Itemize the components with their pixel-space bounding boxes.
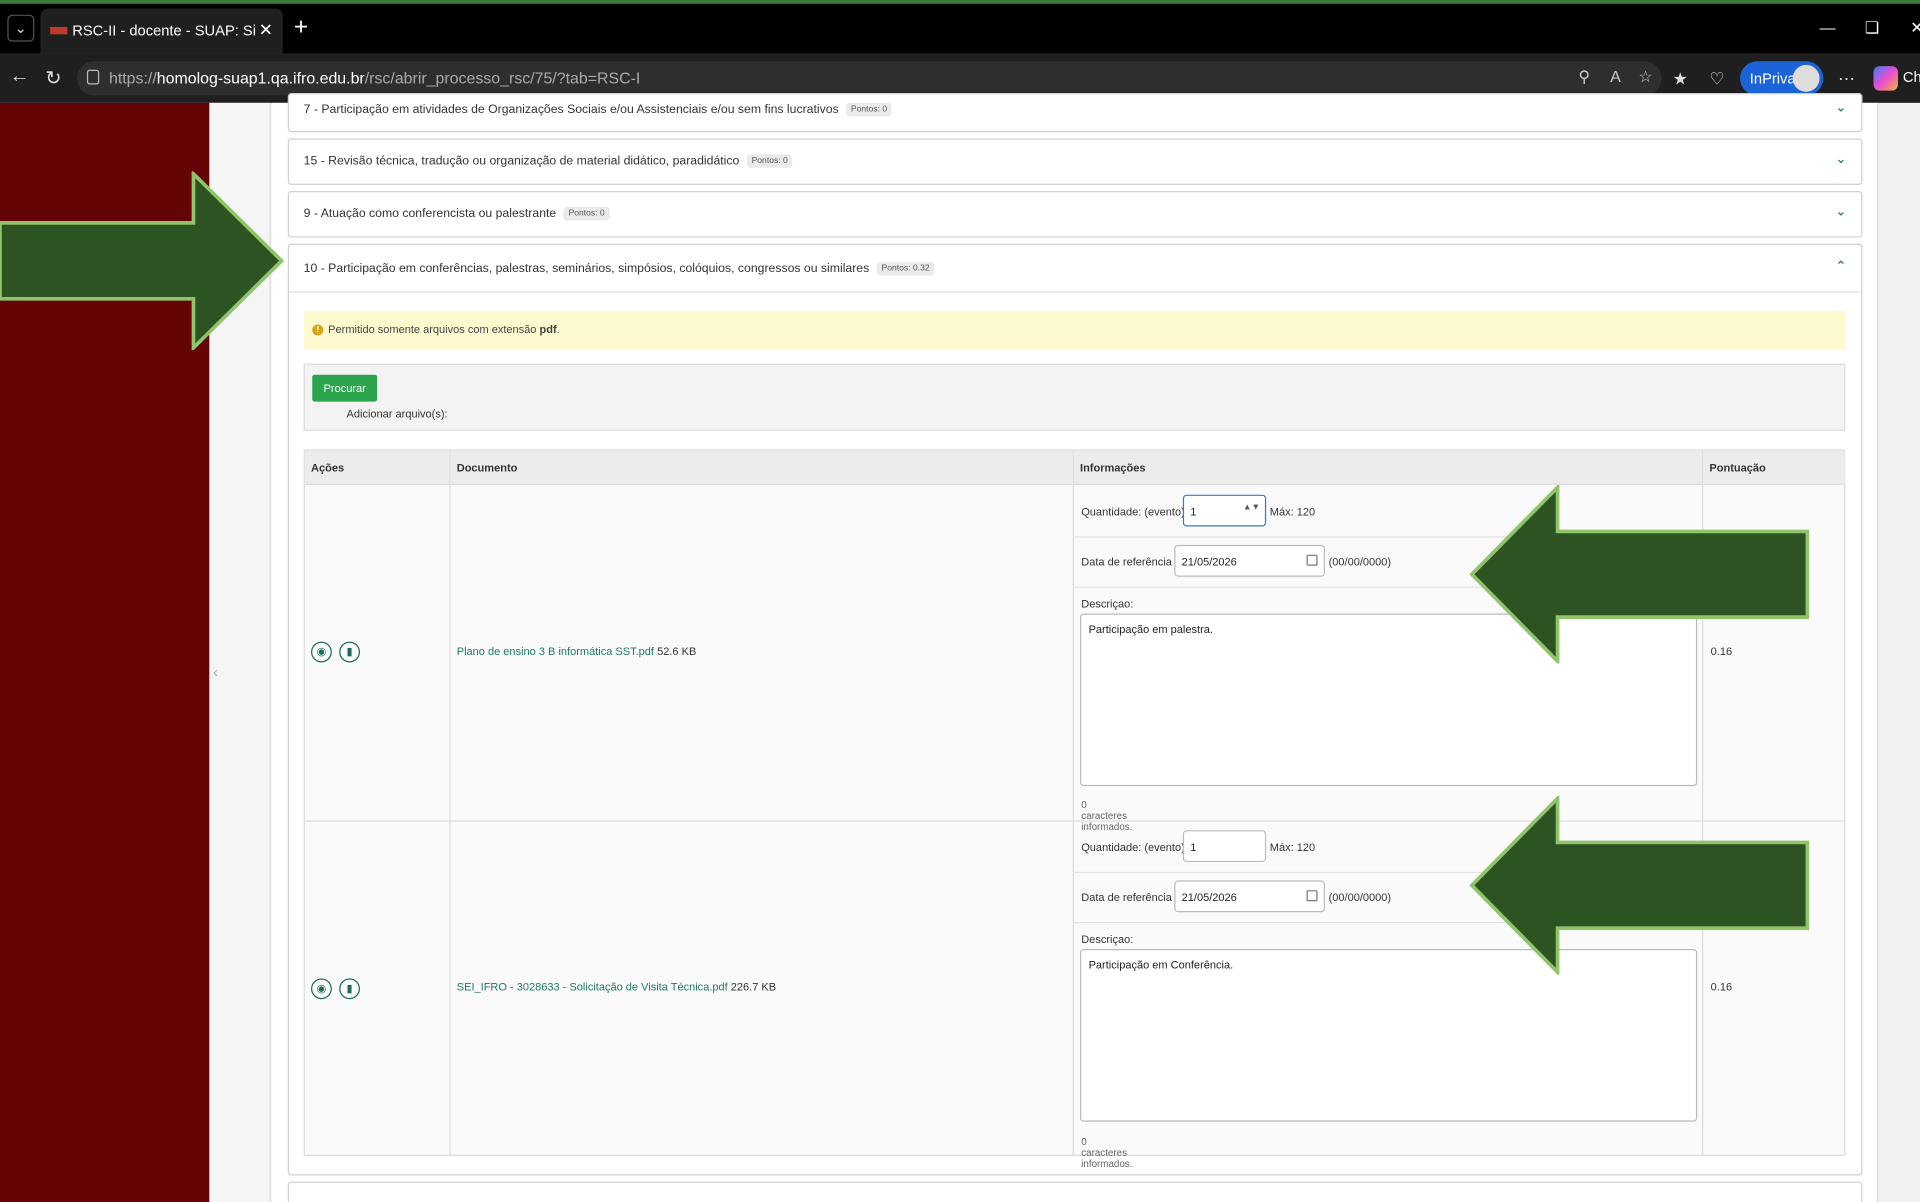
view-eye-icon[interactable]: ◉ — [311, 641, 332, 663]
lock-icon — [86, 69, 100, 85]
tab-title: RSC-II - docente - SUAP: Sistema U — [72, 22, 256, 40]
quantity-input[interactable]: 1 ▲▼ — [1182, 494, 1267, 527]
date-value: 21/05/2026 — [1181, 891, 1237, 904]
char-count: 0 caracteres informados. — [1081, 1136, 1133, 1170]
view-eye-icon[interactable]: ◉ — [311, 978, 332, 1000]
score-value: 0.16 — [1710, 980, 1733, 994]
calendar-icon[interactable] — [1306, 890, 1318, 902]
section-9-accordion[interactable]: 9 - Atuação como conferencista ou palest… — [287, 191, 1863, 238]
document-link[interactable]: SEI_IFRO - 3028633 - Solicitação de Visi… — [457, 981, 728, 993]
points-badge: Pontos: 0 — [563, 206, 610, 221]
chevron-up-icon[interactable]: ⌃ — [1835, 258, 1846, 275]
header-document: Documento — [450, 450, 1074, 485]
refresh-icon[interactable]: ↻ — [45, 66, 61, 90]
more-options-icon[interactable]: ⋯ — [1838, 69, 1855, 90]
points-badge: Pontos: 0 — [746, 154, 793, 168]
description-label: Descriçao: — [1081, 933, 1134, 946]
spinner-icon[interactable]: ▲▼ — [1243, 503, 1260, 512]
notice-end: . — [556, 323, 560, 336]
upload-panel: Procurar Adicionar arquivo(s): — [303, 363, 1846, 432]
minimize-icon[interactable]: — — [1820, 18, 1836, 36]
document-size: 52.6 KB — [654, 645, 697, 658]
points-badge: Pontos: 0 — [845, 102, 893, 117]
document-link[interactable]: Plano de ensino 3 B informática SST.pdf — [457, 645, 654, 657]
max-label: Máx: 120 — [1269, 505, 1316, 518]
section-title: 15 - Revisão técnica, tradução ou organi… — [303, 154, 740, 168]
header-score: Pontuação — [1703, 450, 1846, 485]
browser-essentials-icon[interactable]: ♡ — [1709, 69, 1724, 90]
read-aloud-icon[interactable]: A — [1610, 67, 1621, 85]
points-badge: Pontos: 0.32 — [876, 262, 935, 276]
url-host: homolog-suap1.qa.ifro.edu.br — [156, 68, 365, 87]
notice-ext: pdf — [539, 323, 557, 336]
tab-close-icon[interactable]: ✕ — [259, 20, 273, 41]
date-value: 21/05/2026 — [1181, 555, 1237, 569]
profile-avatar — [1792, 64, 1820, 92]
reference-date-input[interactable]: 21/05/2026 — [1174, 880, 1325, 913]
section-15-accordion[interactable]: 15 - Revisão técnica, tradução ou organi… — [287, 138, 1863, 185]
section-10-header[interactable]: 10 - Participação em conferências, pales… — [304, 262, 935, 276]
header-info: Informações — [1073, 450, 1704, 485]
file-type-notice: ! Permitido somente arquivos com extensã… — [303, 311, 1846, 349]
date-label: Data de referência : — [1081, 555, 1179, 569]
chevron-down-icon[interactable]: ⌄ — [1835, 151, 1846, 167]
delete-trash-icon[interactable]: ▮ — [339, 641, 361, 663]
collapse-sidebar-icon[interactable]: ‹ — [213, 664, 218, 681]
annotation-arrow-left-1 — [1469, 484, 1810, 664]
quantity-input[interactable]: 1 — [1182, 830, 1267, 863]
section-7-accordion[interactable]: 7 - Participação em atividades de Organi… — [287, 93, 1863, 133]
url-field[interactable]: https://homolog-suap1.qa.ifro.edu.br/rsc… — [77, 61, 1662, 96]
delete-trash-icon[interactable]: ▮ — [339, 978, 361, 1000]
date-format-hint: (00/00/0000) — [1328, 555, 1392, 569]
browse-button[interactable]: Procurar — [312, 374, 378, 402]
suap-favicon-icon — [50, 26, 68, 35]
reference-date-input[interactable]: 21/05/2026 — [1174, 544, 1325, 577]
quantity-value: 1 — [1190, 505, 1197, 518]
add-files-label: Adicionar arquivo(s): — [346, 407, 448, 421]
url-prefix: https:// — [108, 68, 157, 87]
max-label: Máx: 120 — [1269, 841, 1316, 854]
quantity-label: Quantidade: (evento): — [1081, 505, 1188, 518]
description-label: Descriçao: — [1081, 597, 1134, 610]
header-actions: Ações — [304, 450, 451, 485]
restore-icon[interactable]: ❏ — [1865, 18, 1879, 38]
tab-bar: ⌄ RSC-II - docente - SUAP: Sistema U ✕ +… — [0, 3, 1920, 54]
tab-actions-menu-icon[interactable]: ⌄ — [7, 14, 35, 42]
quantity-label: Quantidade: (evento): — [1081, 841, 1188, 854]
document-size: 226.7 KB — [727, 980, 777, 994]
date-format-hint: (00/00/0000) — [1328, 891, 1392, 904]
copilot-icon[interactable] — [1873, 66, 1898, 91]
annotation-arrow-right — [0, 171, 285, 351]
warning-icon: ! — [312, 324, 324, 336]
section-title: 9 - Atuação como conferencista ou palest… — [303, 207, 557, 221]
copilot-label: Ch — [1902, 68, 1920, 86]
description-textarea[interactable]: Participação em Conferência. — [1080, 948, 1698, 1122]
section-next-accordion[interactable] — [287, 1181, 1863, 1202]
notice-text: Permitido somente arquivos com extensão — [328, 323, 540, 336]
close-window-icon[interactable]: ✕ — [1910, 18, 1920, 38]
favorite-star-icon[interactable]: ☆ — [1638, 67, 1652, 87]
date-label: Data de referência : — [1081, 891, 1179, 904]
char-count: 0 caracteres informados. — [1081, 799, 1133, 833]
section-title: 10 - Participação em conferências, pales… — [303, 262, 870, 276]
annotation-arrow-left-2 — [1469, 795, 1810, 975]
browser-tab-active[interactable]: RSC-II - docente - SUAP: Sistema U ✕ — [40, 8, 283, 54]
chevron-down-icon[interactable]: ⌄ — [1835, 99, 1846, 115]
url-path: /rsc/abrir_processo_rsc/75/?tab=RSC-I — [364, 68, 641, 87]
chevron-down-icon[interactable]: ⌄ — [1835, 203, 1846, 219]
inprivate-badge[interactable]: InPrivate — [1740, 61, 1824, 96]
quantity-value: 1 — [1190, 841, 1197, 854]
section-title: 7 - Participação em atividades de Organi… — [303, 103, 839, 117]
zoom-icon[interactable]: ⚲ — [1578, 67, 1590, 87]
back-icon[interactable]: ← — [10, 66, 30, 88]
calendar-icon[interactable] — [1306, 554, 1318, 566]
divider — [288, 291, 1862, 293]
new-tab-icon[interactable]: + — [294, 15, 308, 39]
favorites-icon[interactable]: ★ — [1673, 69, 1688, 90]
